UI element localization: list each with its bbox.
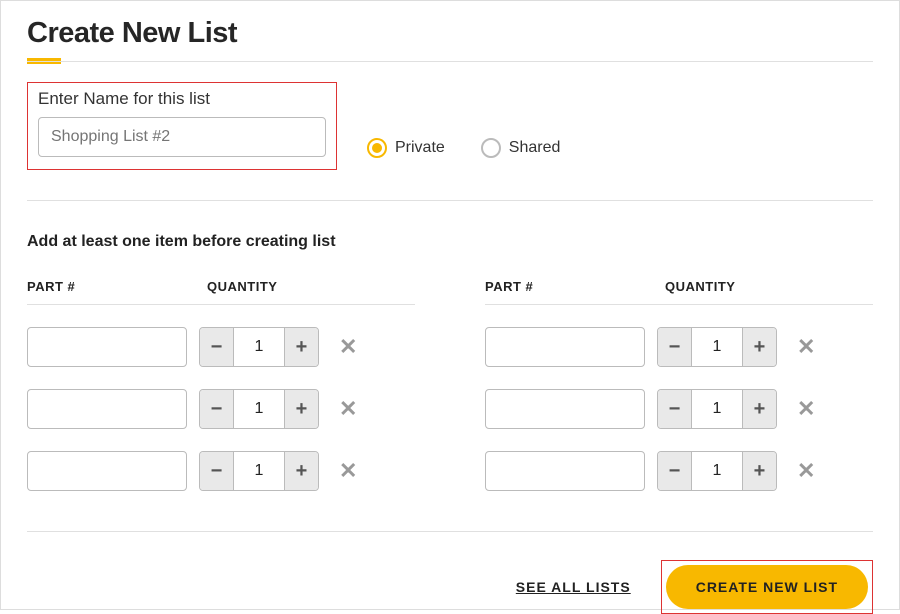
visibility-radios: Private Shared (367, 138, 560, 158)
qty-value-input[interactable] (234, 452, 284, 490)
see-all-lists-link[interactable]: SEE ALL LISTS (516, 579, 631, 595)
form-actions: SEE ALL LISTS CREATE NEW LIST (27, 560, 873, 614)
qty-value-input[interactable] (692, 390, 742, 428)
item-columns: PART # QUANTITY − + ✕ − + ✕ (27, 279, 873, 491)
item-row: − + ✕ (485, 451, 873, 491)
part-number-input[interactable] (27, 451, 187, 491)
remove-row-icon[interactable]: ✕ (797, 396, 815, 422)
qty-decrement-button[interactable]: − (658, 452, 692, 490)
quantity-stepper: − + (199, 327, 319, 367)
item-row: − + ✕ (27, 451, 415, 491)
list-name-label: Enter Name for this list (38, 89, 326, 109)
items-left-column: PART # QUANTITY − + ✕ − + ✕ (27, 279, 415, 491)
header-part: PART # (27, 279, 207, 294)
items-right-column: PART # QUANTITY − + ✕ − + ✕ (485, 279, 873, 491)
column-header: PART # QUANTITY (27, 279, 415, 305)
qty-decrement-button[interactable]: − (658, 328, 692, 366)
item-row: − + ✕ (485, 389, 873, 429)
item-row: − + ✕ (27, 389, 415, 429)
qty-decrement-button[interactable]: − (658, 390, 692, 428)
quantity-stepper: − + (657, 389, 777, 429)
visibility-private-radio[interactable]: Private (367, 138, 445, 158)
create-highlight-box: CREATE NEW LIST (661, 560, 873, 614)
visibility-shared-radio[interactable]: Shared (481, 138, 561, 158)
part-number-input[interactable] (485, 451, 645, 491)
header-qty: QUANTITY (207, 279, 277, 294)
qty-increment-button[interactable]: + (742, 328, 776, 366)
remove-row-icon[interactable]: ✕ (797, 458, 815, 484)
qty-value-input[interactable] (692, 452, 742, 490)
quantity-stepper: − + (199, 389, 319, 429)
qty-decrement-button[interactable]: − (200, 328, 234, 366)
quantity-stepper: − + (199, 451, 319, 491)
remove-row-icon[interactable]: ✕ (339, 458, 357, 484)
create-list-panel: Create New List Enter Name for this list… (0, 0, 900, 610)
name-and-visibility-row: Enter Name for this list Private Shared (27, 82, 873, 170)
list-name-input[interactable] (38, 117, 326, 157)
qty-value-input[interactable] (234, 328, 284, 366)
qty-decrement-button[interactable]: − (200, 452, 234, 490)
items-instruction: Add at least one item before creating li… (27, 233, 873, 251)
item-row: − + ✕ (485, 327, 873, 367)
list-name-block: Enter Name for this list (27, 82, 337, 170)
page-title: Create New List (27, 13, 873, 50)
visibility-private-label: Private (395, 139, 445, 157)
radio-dot-icon (367, 138, 387, 158)
column-header: PART # QUANTITY (485, 279, 873, 305)
visibility-shared-label: Shared (509, 139, 561, 157)
remove-row-icon[interactable]: ✕ (339, 334, 357, 360)
remove-row-icon[interactable]: ✕ (797, 334, 815, 360)
qty-increment-button[interactable]: + (742, 452, 776, 490)
remove-row-icon[interactable]: ✕ (339, 396, 357, 422)
qty-value-input[interactable] (234, 390, 284, 428)
qty-increment-button[interactable]: + (284, 452, 318, 490)
qty-increment-button[interactable]: + (284, 390, 318, 428)
create-new-list-button[interactable]: CREATE NEW LIST (666, 565, 868, 609)
title-rule (27, 61, 873, 62)
part-number-input[interactable] (485, 389, 645, 429)
radio-dot-icon (481, 138, 501, 158)
qty-value-input[interactable] (692, 328, 742, 366)
qty-increment-button[interactable]: + (284, 328, 318, 366)
section-divider (27, 531, 873, 532)
quantity-stepper: − + (657, 451, 777, 491)
qty-decrement-button[interactable]: − (200, 390, 234, 428)
section-divider (27, 200, 873, 201)
header-part: PART # (485, 279, 665, 294)
header-qty: QUANTITY (665, 279, 735, 294)
item-row: − + ✕ (27, 327, 415, 367)
part-number-input[interactable] (27, 389, 187, 429)
part-number-input[interactable] (485, 327, 645, 367)
part-number-input[interactable] (27, 327, 187, 367)
quantity-stepper: − + (657, 327, 777, 367)
qty-increment-button[interactable]: + (742, 390, 776, 428)
